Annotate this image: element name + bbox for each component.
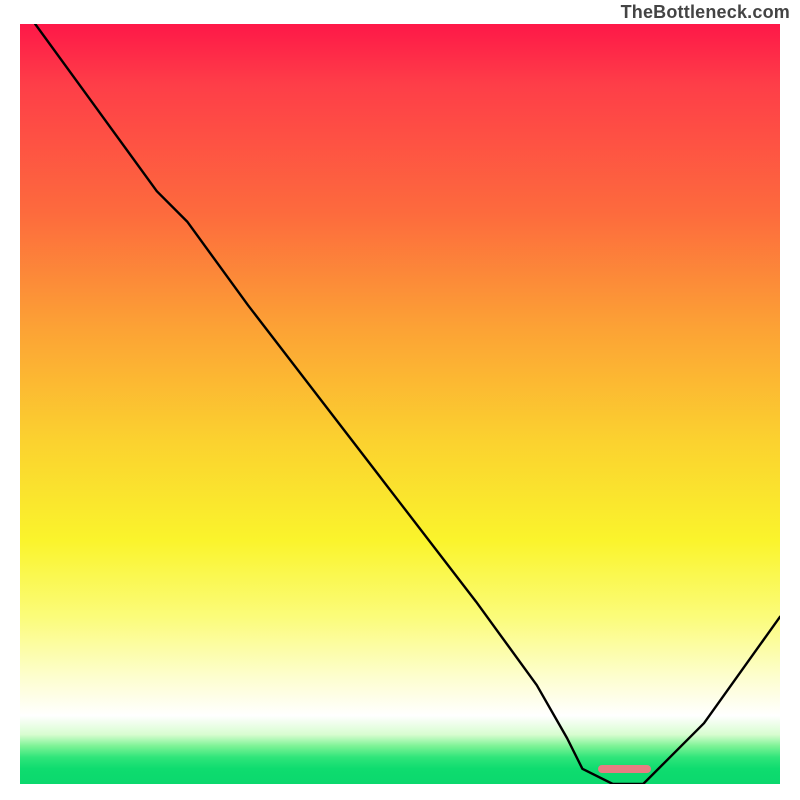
watermark-text: TheBottleneck.com [621,2,790,23]
curve-path [35,24,780,784]
optimal-range-marker [598,765,651,773]
bottleneck-curve [20,24,780,784]
plot-area [20,24,780,784]
bottleneck-chart: TheBottleneck.com [0,0,800,800]
